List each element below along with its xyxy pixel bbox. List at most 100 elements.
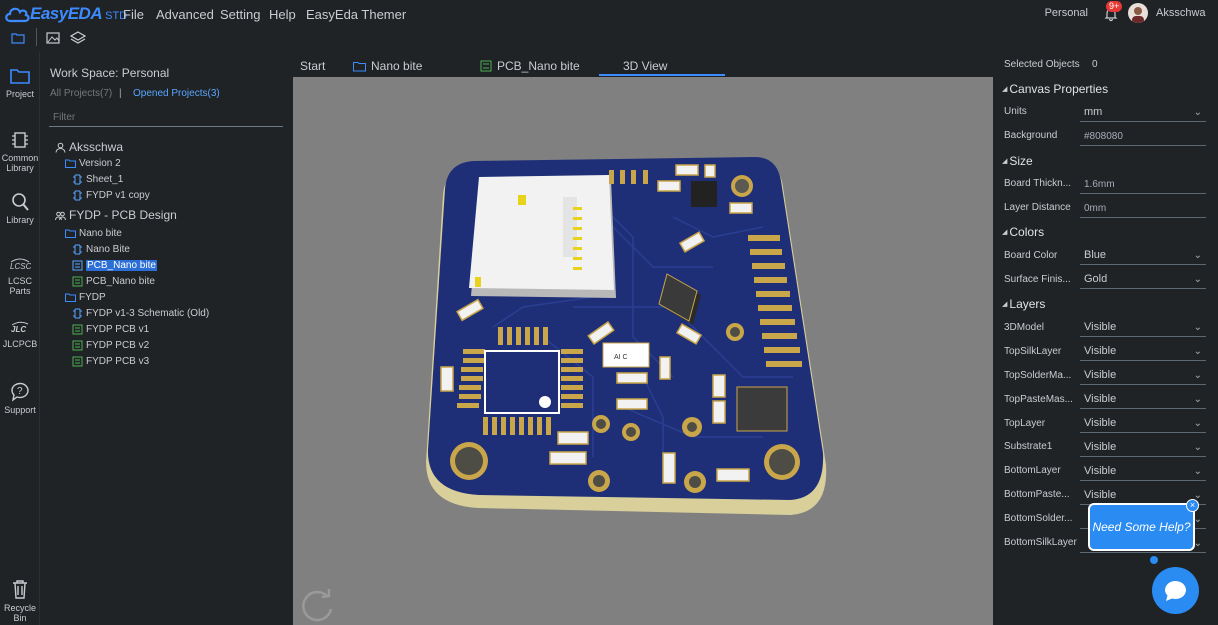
pcb-3d-render[interactable]: AI C — [293, 77, 993, 625]
workspace-label[interactable]: Work Space: Personal — [50, 66, 169, 80]
layer-label: 3DModel — [1004, 322, 1045, 333]
tree-user-aksschwa[interactable]: Aksschwa — [55, 140, 123, 154]
background-color-field[interactable]: #808080 — [1080, 128, 1206, 146]
layer-label: BottomSilkLayer — [1004, 537, 1077, 548]
nav-library-label: Library — [6, 215, 34, 225]
surface-finish-select[interactable]: Gold ⌄ — [1080, 271, 1206, 289]
tree-team-fydp-pcb-design[interactable]: FYDP - PCB Design — [55, 208, 177, 222]
trash-icon — [13, 580, 27, 599]
opened-projects-link[interactable]: Opened Projects(3) — [133, 88, 220, 99]
tree-pcb-fydp-v3[interactable]: FYDP PCB v3 — [72, 354, 149, 368]
section-canvas-properties[interactable]: Canvas Properties — [1002, 82, 1108, 96]
folder-icon[interactable] — [10, 30, 26, 46]
3d-view-canvas[interactable]: AI C — [293, 77, 993, 625]
tab-pcb-nano-bite[interactable]: PCB_Nano bite — [480, 59, 580, 73]
tree-schematic-nano-bite[interactable]: Nano Bite — [72, 242, 130, 256]
nav-common-library[interactable]: Common Library — [0, 130, 40, 173]
menu-advanced[interactable]: Advanced — [156, 7, 214, 22]
nav-lcsc-label-1: LCSC — [7, 276, 32, 286]
nav-recycle-label-1: Recycle — [3, 603, 36, 613]
section-layers[interactable]: Layers — [1002, 297, 1045, 311]
nav-jlcpcb[interactable]: JLC JLCPCB — [0, 320, 40, 349]
help-bubble[interactable]: Need Some Help? — [1088, 503, 1195, 551]
tree-label: PCB_Nano bite — [86, 259, 157, 271]
username[interactable]: Aksschwa — [1156, 7, 1206, 19]
reset-view-icon[interactable] — [300, 587, 336, 623]
layer-visibility-select[interactable]: Visible ⌄ — [1080, 463, 1206, 481]
document-tabs: Start Nano bite PCB_Nano bite 3D View — [293, 52, 993, 77]
nav-project-label: Project — [5, 89, 34, 99]
menu-file[interactable]: File — [123, 7, 144, 22]
tree-label: FYDP - PCB Design — [69, 208, 177, 222]
schematic-icon — [73, 190, 82, 200]
board-thickness-field[interactable]: 1.6mm — [1080, 176, 1206, 194]
image-export-icon[interactable] — [45, 30, 61, 46]
nav-support[interactable]: ? Support — [0, 380, 40, 415]
layers-icon[interactable] — [70, 30, 86, 46]
layer-visibility-select[interactable]: Visible ⌄ — [1080, 415, 1206, 433]
tree-folder-version2[interactable]: Version 2 — [65, 156, 121, 170]
surface-finish-value: Gold — [1084, 273, 1108, 285]
all-projects-link[interactable]: All Projects(7) — [50, 88, 112, 99]
chat-icon — [1165, 581, 1186, 601]
tree-folder-fydp[interactable]: FYDP — [65, 290, 106, 304]
filter-input[interactable] — [49, 109, 283, 127]
layer-visibility-select[interactable]: Visible ⌄ — [1080, 319, 1206, 337]
tree-schematic-fydp-v1-copy[interactable]: FYDP v1 copy — [72, 188, 150, 202]
avatar[interactable] — [1128, 3, 1148, 23]
tab-nano-bite-label: Nano bite — [371, 59, 423, 73]
chevron-down-icon: ⌄ — [1193, 274, 1202, 285]
pin1-marker — [539, 396, 551, 408]
app-logo[interactable]: EasyEDA STD — [4, 3, 127, 25]
chip-icon — [12, 132, 28, 148]
tree-pcb-fydp-v1[interactable]: FYDP PCB v1 — [72, 322, 149, 336]
section-colors[interactable]: Colors — [1002, 225, 1044, 239]
layer-distance-field[interactable]: 0mm — [1080, 200, 1206, 218]
layer-label: TopSolderMa... — [1004, 370, 1072, 381]
tree-folder-nano-bite[interactable]: Nano bite — [65, 226, 122, 240]
label-chip-text: AI C — [614, 354, 628, 361]
tab-3d-view[interactable]: 3D View — [623, 59, 667, 73]
workspace-switcher[interactable]: Personal — [1045, 7, 1088, 19]
menu-setting[interactable]: Setting — [220, 7, 260, 22]
nav-common-library-label-1: Common — [1, 153, 39, 163]
layer-label: BottomSolder... — [1004, 513, 1073, 524]
layer-visibility-value: Visible — [1084, 465, 1117, 477]
layer-visibility-select[interactable]: Visible ⌄ — [1080, 391, 1206, 409]
folder-icon — [65, 293, 76, 302]
chat-button[interactable] — [1152, 567, 1199, 614]
layer-visibility-select[interactable]: Visible ⌄ — [1080, 343, 1206, 361]
nav-common-library-label-2: Library — [6, 163, 34, 173]
top-chip — [691, 181, 717, 207]
tab-3d-view-label: 3D View — [623, 59, 668, 73]
help-close-button[interactable]: × — [1186, 499, 1199, 512]
board-color-label: Board Color — [1004, 250, 1058, 261]
units-select[interactable]: mm ⌄ — [1080, 104, 1206, 122]
layer-visibility-value: Visible — [1084, 489, 1117, 501]
tree-pcb-fydp-v2[interactable]: FYDP PCB v2 — [72, 338, 149, 352]
schematic-icon — [73, 244, 82, 254]
nav-project[interactable]: Project — [0, 66, 40, 99]
nav-lcsc-parts[interactable]: LCSC LCSC Parts — [0, 257, 40, 296]
chevron-down-icon: ⌄ — [1193, 322, 1202, 333]
board-color-select[interactable]: Blue ⌄ — [1080, 247, 1206, 265]
jlc-logo-icon: JLC — [11, 321, 29, 334]
tab-start[interactable]: Start — [300, 59, 325, 73]
menu-easyeda-themer[interactable]: EasyEda Themer — [306, 7, 406, 22]
tree-pcb-nano-bite-selected[interactable]: PCB_Nano bite — [72, 258, 157, 272]
menu-help[interactable]: Help — [269, 7, 296, 22]
svg-text:?: ? — [17, 386, 23, 397]
tree-schematic-fydp-v13[interactable]: FYDP v1-3 Schematic (Old) — [72, 306, 209, 320]
tree-pcb-nano-bite[interactable]: PCB_Nano bite — [72, 274, 155, 288]
tree-label: FYDP PCB v2 — [86, 339, 150, 351]
layer-visibility-select[interactable]: Visible ⌄ — [1080, 367, 1206, 385]
nav-library[interactable]: Library — [0, 192, 40, 225]
tree-schematic-sheet1[interactable]: Sheet_1 — [72, 172, 123, 186]
layer-visibility-select[interactable]: Visible ⌄ — [1080, 439, 1206, 457]
chevron-down-icon: ⌄ — [1193, 466, 1202, 477]
tab-nano-bite[interactable]: Nano bite — [353, 59, 422, 73]
section-size[interactable]: Size — [1002, 154, 1032, 168]
nav-recycle-bin[interactable]: Recycle Bin — [0, 578, 40, 623]
layer-label: BottomPaste... — [1004, 489, 1070, 500]
project-panel: Work Space: Personal All Projects(7) | O… — [41, 52, 292, 625]
